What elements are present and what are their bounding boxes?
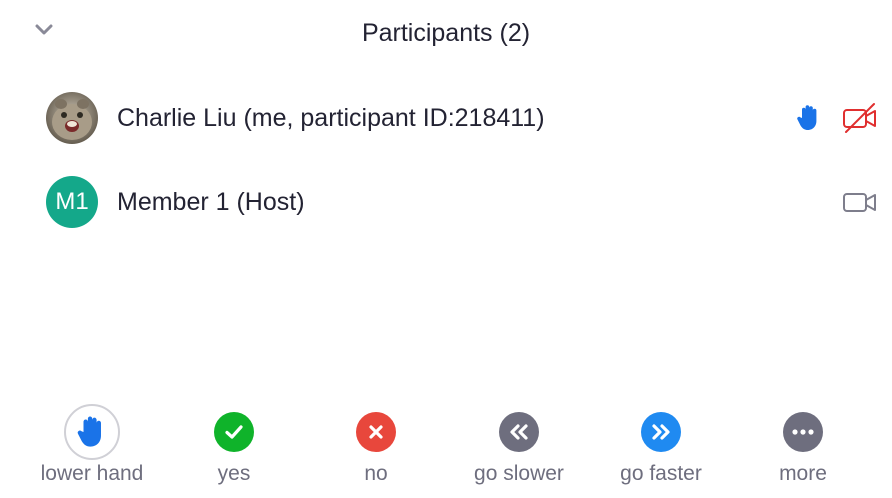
more-button[interactable]: more [733,404,873,485]
reaction-label: lower hand [40,462,144,485]
video-on-icon[interactable] [842,186,878,218]
participant-list: Charlie Liu (me, participant ID:218411) [0,76,892,244]
reaction-label: more [779,462,827,485]
ellipsis-icon [783,412,823,452]
go-slower-button[interactable]: go slower [449,404,589,485]
fast-forward-icon [641,412,681,452]
participants-panel: Participants (2) Charlie Liu (me, partic… [0,0,892,498]
panel-title: Participants (2) [361,19,531,47]
participant-row-member-1[interactable]: M1 Member 1 (Host) [0,160,892,244]
rewind-icon [499,412,539,452]
reaction-label: yes [217,462,251,485]
raised-hand-icon [796,104,822,132]
lower-hand-button[interactable]: lower hand [22,404,162,485]
avatar: M1 [46,176,98,228]
participant-status [842,186,878,218]
reaction-label: go slower [474,462,564,485]
raised-hand-icon [64,404,120,460]
reaction-label: no [364,462,388,485]
reaction-label: go faster [620,462,702,485]
go-faster-button[interactable]: go faster [591,404,731,485]
reactions-toolbar: lower hand yes no go slower go faster mo… [0,404,892,494]
participant-row-charlie-liu[interactable]: Charlie Liu (me, participant ID:218411) [0,76,892,160]
panel-header: Participants (2) [0,0,892,70]
x-icon [356,412,396,452]
no-button[interactable]: no [306,404,446,485]
avatar-initials: M1 [55,188,89,215]
participant-name: Charlie Liu (me, participant ID:218411) [117,103,545,132]
video-off-icon[interactable] [842,102,878,134]
checkmark-icon [214,412,254,452]
participant-name: Member 1 (Host) [117,187,305,216]
yes-button[interactable]: yes [164,404,304,485]
avatar [46,92,98,144]
participant-status [796,102,878,134]
